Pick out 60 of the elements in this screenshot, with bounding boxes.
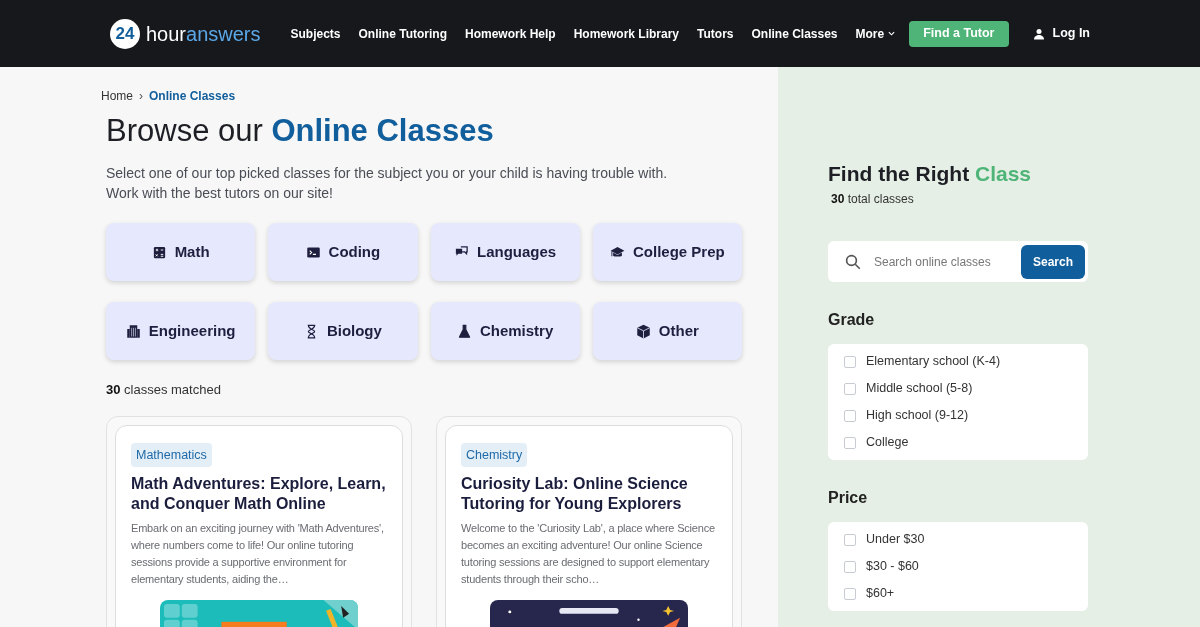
class-description: Welcome to the 'Curiosity Lab', a place where Science becomes an exciting adventure! Our online Science tutoring sessions are designed to support elementary students through their scho…	[461, 521, 716, 588]
results-count: 30 classes matched	[106, 381, 222, 399]
category-button[interactable]: Biology	[268, 302, 418, 360]
checkbox[interactable]	[844, 560, 856, 573]
intro-text: Select one of our top picked classes for the subject you or your child is having trouble with.	[106, 164, 669, 183]
checkbox-label: Under $30	[866, 531, 925, 549]
user-icon	[1032, 27, 1045, 40]
logo[interactable]: 24 houranswers	[110, 18, 261, 49]
sidebar-heading: Find the Right Class	[828, 161, 1033, 187]
checkbox[interactable]	[844, 436, 856, 449]
search-button[interactable]: Search	[1020, 244, 1085, 279]
category-button[interactable]: Engineering	[106, 302, 256, 360]
subject-tag: Chemistry	[461, 442, 528, 468]
class-title[interactable]: Math Adventures: Explore, Learn, and Conquer Math Online	[131, 474, 387, 515]
category-button[interactable]: Math	[106, 223, 256, 281]
checkbox-label: High school (9-12)	[866, 407, 969, 425]
checkbox[interactable]	[844, 587, 856, 600]
checkbox-label: $60+	[866, 585, 895, 603]
logo-badge: 24	[110, 18, 140, 49]
category-button[interactable]: College Prep	[592, 223, 742, 281]
checkbox-label: Middle school (5-8)	[866, 380, 973, 398]
nav-link[interactable]: Online Classes	[751, 24, 838, 43]
nav-link[interactable]: Online Tutoring	[358, 24, 447, 43]
logo-wordmark: houranswers	[146, 21, 261, 47]
page-title: Browse our Online Classes	[106, 112, 495, 150]
filter-heading: Grade	[828, 310, 876, 330]
category-button[interactable]: Languages	[430, 223, 580, 281]
checkbox[interactable]	[844, 355, 856, 368]
chevron-down-icon	[888, 31, 896, 36]
category-button[interactable]: Chemistry	[430, 302, 580, 360]
filter-heading: Price	[828, 488, 869, 508]
intro-text: Work with the best tutors on our site!	[106, 184, 334, 203]
nav-link[interactable]: Subjects	[290, 24, 341, 43]
login-link[interactable]: Log In	[1032, 24, 1090, 43]
total-classes: 30 total classes	[831, 191, 915, 208]
class-title[interactable]: Curiosity Lab: Online Science Tutoring for Young Explorers	[461, 474, 717, 515]
checkbox-label: $30 - $60	[866, 558, 919, 576]
category-button[interactable]: Other	[592, 302, 742, 360]
graduation-cap-icon	[610, 244, 625, 260]
building-icon	[125, 323, 141, 339]
nav-link[interactable]: Tutors	[697, 24, 734, 43]
checkbox-label: Elementary school (K-4)	[866, 353, 1001, 371]
breadcrumb-link[interactable]: Online Classes	[149, 87, 236, 105]
checkbox-label: College	[866, 434, 909, 452]
nav-link[interactable]: Homework Library	[573, 24, 680, 43]
subject-tag: Mathematics	[131, 442, 212, 468]
checkbox[interactable]	[844, 382, 856, 395]
checkbox[interactable]	[844, 533, 856, 546]
search-field[interactable]: Search online classes	[874, 252, 1021, 271]
breadcrumb-separator: ›	[139, 88, 143, 105]
nav-link[interactable]: Homework Help	[464, 24, 556, 43]
category-button[interactable]: Coding	[268, 223, 418, 281]
class-description: Embark on an exciting journey with 'Math Adventures', where numbers come to life! Our online tutoring sessions provide a supportive environment for elementary students, aiding the…	[131, 521, 385, 588]
flask-icon	[456, 323, 472, 339]
calculator-icon	[151, 244, 167, 260]
breadcrumb-link[interactable]: Home	[101, 87, 133, 105]
nav-dropdown[interactable]: More	[855, 24, 896, 43]
checkbox[interactable]	[844, 409, 856, 422]
search-icon	[844, 252, 862, 271]
cube-icon	[635, 323, 651, 339]
